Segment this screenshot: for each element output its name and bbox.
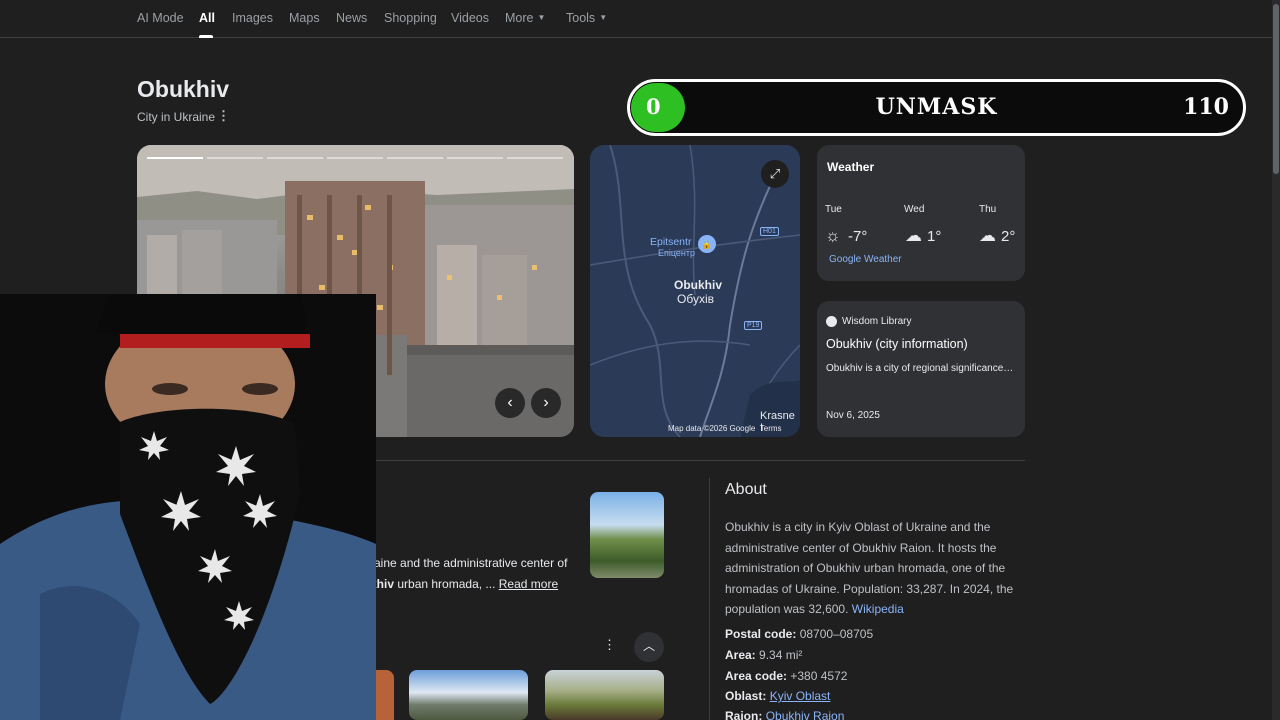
- more-options-icon[interactable]: ⋮: [217, 108, 230, 124]
- carousel-segment: [147, 157, 203, 159]
- carousel-segment: [447, 157, 503, 159]
- fact-value: 08700–08705: [799, 627, 874, 641]
- caret-down-icon: ▼: [537, 13, 546, 22]
- unmask-max-value: 110: [1183, 94, 1229, 120]
- unmask-progress-bar: 0 UNMASK 110: [627, 79, 1246, 136]
- fact-value: 9.34 mi²: [759, 648, 803, 662]
- result-snippet: Obukhiv is a city of regional significan…: [826, 363, 1014, 374]
- tab-tools[interactable]: Tools ▼: [566, 11, 607, 25]
- carousel-segment: [507, 157, 563, 159]
- weather-temp: -7°: [848, 228, 868, 245]
- tab-ai-mode[interactable]: AI Mode: [137, 11, 184, 25]
- wikipedia-link[interactable]: Wikipedia: [852, 602, 904, 616]
- cloud-icon: ☁: [905, 226, 922, 245]
- weather-day: Thu: [979, 204, 997, 215]
- map-attribution-text: Map data ©2026 Google: [668, 424, 756, 433]
- more-options-icon[interactable]: ⋮: [603, 637, 616, 653]
- weather-title: Weather: [827, 160, 875, 174]
- road-label-h01: H01: [760, 227, 779, 236]
- tab-shopping[interactable]: Shopping: [384, 11, 437, 25]
- image-thumbnail[interactable]: [374, 670, 394, 720]
- weather-card[interactable]: Weather Tue Wed Thu ☼ -7° ☁ 1° ☁ 2° Goog…: [817, 145, 1025, 281]
- map-terms-link[interactable]: Terms: [760, 424, 782, 433]
- scrollbar-thumb[interactable]: [1273, 4, 1279, 174]
- image-thumbnail[interactable]: [409, 670, 528, 720]
- overview-line-2: khiv urban hromada, ... Read more: [370, 577, 558, 591]
- carousel-segment: [207, 157, 263, 159]
- raion-link[interactable]: Obukhiv Raion: [766, 709, 845, 720]
- wisdom-library-card[interactable]: Wisdom Library Obukhiv (city information…: [817, 301, 1025, 437]
- entity-subtitle: City in Ukraine: [137, 110, 216, 124]
- tab-videos[interactable]: Videos: [451, 11, 489, 25]
- active-tab-indicator: [199, 35, 213, 38]
- tab-tools-label: Tools: [566, 11, 596, 25]
- tab-all[interactable]: All: [199, 11, 215, 25]
- unmask-label: UNMASK: [875, 94, 998, 120]
- source-name: Wisdom Library: [842, 316, 912, 327]
- webcam-feed: [0, 294, 376, 720]
- map-city-label: Obukhiv: [674, 278, 723, 292]
- fact-label: Raion:: [725, 709, 763, 720]
- collapse-chevron-icon[interactable]: ︿: [634, 632, 664, 662]
- road-label-p19: P19: [744, 321, 763, 330]
- search-tabs-bar: AI Mode All Images Maps News Shopping Vi…: [0, 0, 1280, 38]
- fact-row: Area code: +380 4572: [725, 669, 847, 683]
- webcam-overlay: [0, 294, 376, 720]
- image-thumbnail[interactable]: [545, 670, 664, 720]
- map-pin-icon[interactable]: 🔒: [698, 235, 716, 253]
- carousel-segment: [327, 157, 383, 159]
- cloud-icon: ☁: [979, 226, 996, 245]
- weather-day: Wed: [904, 204, 925, 215]
- fact-row: Raion: Obukhiv Raion: [725, 709, 844, 720]
- tab-maps[interactable]: Maps: [289, 11, 320, 25]
- fact-label: Area code:: [725, 669, 788, 683]
- result-title: Obukhiv (city information): [826, 337, 968, 351]
- result-date: Nov 6, 2025: [826, 410, 880, 421]
- about-heading: About: [725, 481, 767, 498]
- fact-row: Postal code: 08700–08705: [725, 627, 873, 641]
- map-attribution: Map data ©2026 Google Terms: [668, 424, 782, 433]
- tab-more-label: More: [505, 11, 534, 25]
- fact-value: +380 4572: [790, 669, 848, 683]
- weather-temp: 2°: [1001, 228, 1016, 245]
- carousel-segment: [387, 157, 443, 159]
- city-map[interactable]: ⤢ Epitsentr Епіцентр 🔒 H01 P19 Obukhiv О…: [590, 145, 800, 437]
- fact-row: Oblast: Kyiv Oblast: [725, 689, 830, 703]
- fact-label: Area:: [725, 648, 756, 662]
- overview-thumbnail[interactable]: [590, 492, 664, 578]
- about-description: Obukhiv is a city in Kyiv Oblast of Ukra…: [725, 517, 1015, 620]
- overview-rest: urban hromada, ...: [394, 577, 499, 591]
- weather-day: Tue: [825, 204, 842, 215]
- caret-down-icon: ▼: [599, 13, 608, 22]
- fact-label: Postal code:: [725, 627, 797, 641]
- tab-more[interactable]: More ▼: [505, 11, 545, 25]
- fact-label: Oblast:: [725, 689, 767, 703]
- map-city-label-uk: Обухів: [677, 292, 714, 306]
- carousel-segment: [267, 157, 323, 159]
- oblast-link[interactable]: Kyiv Oblast: [770, 689, 831, 703]
- fact-row: Area: 9.34 mi²: [725, 648, 802, 662]
- overview-line: raine and the administrative center of: [370, 556, 568, 570]
- tab-news[interactable]: News: [336, 11, 367, 25]
- expand-map-icon[interactable]: ⤢: [761, 160, 789, 188]
- entity-title: Obukhiv: [137, 76, 230, 102]
- sun-icon: ☼: [825, 226, 841, 245]
- carousel-next-button[interactable]: ›: [531, 388, 561, 418]
- weather-temp: 1°: [927, 228, 942, 245]
- source-favicon-icon: [826, 316, 837, 327]
- google-weather-link[interactable]: Google Weather: [829, 254, 902, 265]
- read-more-link[interactable]: Read more: [499, 577, 558, 591]
- tab-images[interactable]: Images: [232, 11, 273, 25]
- carousel-prev-button[interactable]: ‹: [495, 388, 525, 418]
- page-scrollbar[interactable]: [1272, 0, 1280, 720]
- column-divider: [709, 478, 710, 720]
- map-place-label-uk: Епіцентр: [658, 248, 696, 258]
- map-place-label: Epitsentr: [650, 236, 692, 248]
